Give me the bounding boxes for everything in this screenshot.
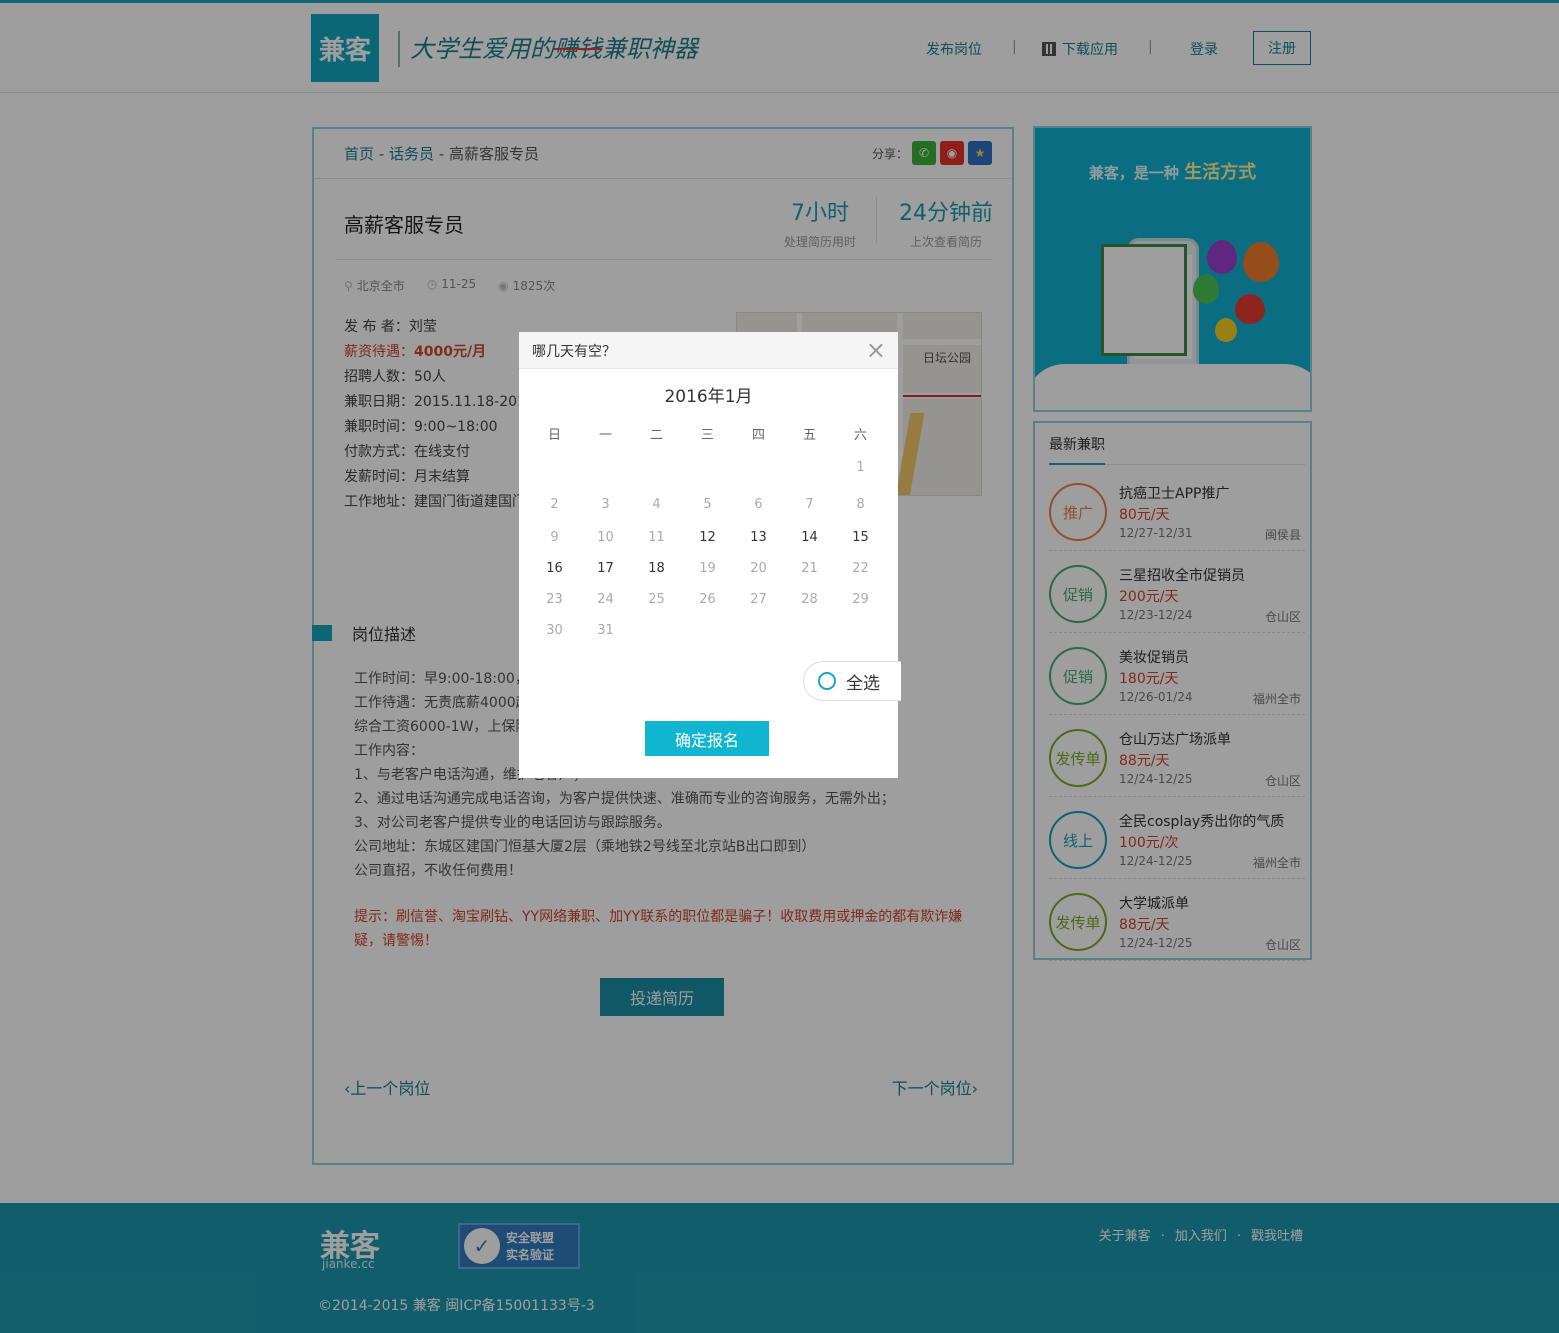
calendar-day: 4	[652, 496, 661, 512]
calendar-day: 11	[648, 530, 665, 545]
calendar-day: 7	[805, 496, 814, 512]
calendar-day[interactable]: 18	[631, 561, 682, 576]
calendar-day: 29	[852, 592, 869, 607]
dialog-header: 哪几天有空？ ×	[519, 332, 898, 369]
calendar-weekday: 四	[751, 427, 765, 443]
calendar-day: 20	[750, 561, 767, 576]
calendar-week-row: 2 3 4 5 6 7 8	[529, 486, 889, 522]
calendar-weekday: 五	[802, 427, 816, 443]
select-all-label: 全选	[846, 673, 880, 694]
select-all-toggle[interactable]: 全选	[803, 661, 901, 701]
calendar-day: 26	[699, 592, 716, 607]
calendar-week-row: 1	[529, 448, 889, 486]
calendar-day: 5	[703, 496, 712, 512]
calendar-day: 27	[750, 592, 767, 607]
calendar-grid: 日一二三四五六 1 2 3 4 5 6 7 8 9 10 11 12 13 14 15 16 17 18 19 20 21…	[529, 418, 889, 646]
calendar-day: 19	[699, 561, 716, 576]
calendar-day: 23	[546, 592, 563, 607]
calendar-day: 1	[856, 459, 865, 475]
calendar-day: 30	[546, 623, 563, 638]
calendar-weekday-row: 日一二三四五六	[529, 418, 889, 448]
calendar-day[interactable]: 14	[784, 530, 835, 545]
calendar-day: 8	[856, 496, 865, 512]
calendar-week-row: 16 17 18 19 20 21 22	[529, 553, 889, 584]
calendar-day: 9	[550, 530, 559, 545]
calendar-day[interactable]: 15	[835, 530, 886, 545]
calendar-day: 3	[601, 496, 610, 512]
calendar-day: 22	[852, 561, 869, 576]
calendar-weekday: 二	[649, 427, 663, 443]
confirm-signup-button[interactable]: 确定报名	[645, 721, 769, 756]
availability-dialog: 哪几天有空？ × 2016年1月 日一二三四五六 1 2 3 4 5 6 7 8 9 10 11 12 1…	[519, 332, 901, 778]
radio-icon	[818, 672, 836, 690]
calendar-month: 2016年1月	[664, 387, 753, 407]
calendar-week-row: 30 31	[529, 615, 889, 646]
calendar-day: 28	[801, 592, 818, 607]
calendar-day: 25	[648, 592, 665, 607]
calendar-weekday: 三	[700, 427, 714, 443]
dialog-title: 哪几天有空？	[532, 344, 616, 360]
calendar-day: 6	[754, 496, 763, 512]
calendar-week-row: 23 24 25 26 27 28 29	[529, 584, 889, 615]
calendar-day: 24	[597, 592, 614, 607]
calendar-day[interactable]: 12	[682, 530, 733, 545]
calendar-day[interactable]: 16	[529, 561, 580, 576]
calendar-weekday: 日	[547, 427, 561, 443]
calendar-day: 2	[550, 496, 559, 512]
calendar-day: 21	[801, 561, 818, 576]
close-icon[interactable]: ×	[866, 336, 886, 364]
calendar-day: 31	[597, 623, 614, 638]
calendar-day: 10	[597, 530, 614, 545]
calendar-weekday: 六	[853, 427, 867, 443]
calendar-week-row: 9 10 11 12 13 14 15	[529, 522, 889, 553]
calendar-day[interactable]: 13	[733, 530, 784, 545]
calendar-day[interactable]: 17	[580, 561, 631, 576]
calendar-weekday: 一	[598, 427, 612, 443]
